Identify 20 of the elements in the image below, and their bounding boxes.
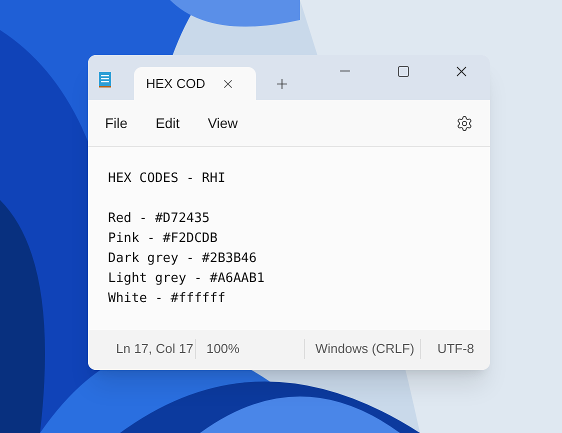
menu-item[interactable]: View <box>208 112 238 134</box>
text-line: Red - #D72435 <box>108 210 211 228</box>
menu-item[interactable]: File <box>105 112 128 134</box>
text-line: Light grey - #A6AAB1 <box>108 270 266 288</box>
status-text: Windows (CRLF) <box>315 340 414 358</box>
text-line: White - #ffffff <box>108 290 226 308</box>
text-line: Dark grey - #2B3B46 <box>108 250 258 268</box>
menu-item[interactable]: Edit <box>156 112 180 134</box>
maximize-icon[interactable] <box>396 64 410 78</box>
text-line: Pink - #F2DCDB <box>108 230 219 248</box>
notepad-icon <box>98 71 112 88</box>
tab-title: HEX COD <box>146 74 206 93</box>
new-tab-icon[interactable] <box>274 76 290 92</box>
text-area[interactable]: HEX CODES - RHI Red - #D72435 Pink - #F2DCDB Dark grey - #2B3B46 Light grey - #A6AAB1 White - #ffffff <box>88 147 490 330</box>
status-text: 100% <box>206 340 240 358</box>
text-line: HEX CODES - RHI <box>108 170 226 188</box>
tab[interactable]: HEX COD <box>134 67 256 100</box>
status-text: UTF-8 <box>437 340 474 358</box>
settings-icon[interactable] <box>456 114 473 132</box>
status-text: Ln 17, Col 17 <box>116 340 194 358</box>
